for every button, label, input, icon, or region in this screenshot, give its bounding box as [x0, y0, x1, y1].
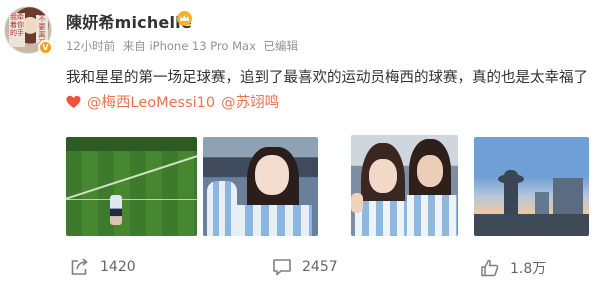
comment-count: 2457 [302, 259, 338, 275]
avatar-calligraphy-right: 不要离开 [36, 15, 48, 47]
crown-badge-icon[interactable] [176, 11, 193, 26]
weibo-post: 我牵着你的手 不要离开 V 陳妍希michelle 12小时前 来自 iPhon… [0, 0, 612, 297]
share-button[interactable]: 1420 [70, 258, 136, 276]
post-text: 我和星星的第一场足球赛，追到了最喜欢的运动员梅西的球赛，真的也是太幸福了 [66, 70, 588, 86]
comment-icon [273, 259, 291, 276]
avatar[interactable]: 我牵着你的手 不要离开 V [4, 6, 53, 55]
comment-button[interactable]: 2457 [272, 258, 338, 276]
mention-messi[interactable]: @梅西LeoMessi10 [87, 91, 215, 112]
post-time[interactable]: 12小时前 [66, 39, 115, 53]
action-bar: 1420 2457 1.8万 [0, 258, 612, 288]
like-count: 1.8万 [510, 261, 547, 277]
avatar-calligraphy-left: 我牵着你的手 [9, 13, 25, 47]
verified-badge-icon: V [38, 40, 53, 55]
photo-soccer-field[interactable] [66, 137, 197, 236]
post-meta: 12小时前 来自 iPhone 13 Pro Max 已编辑 [66, 38, 302, 54]
username-link[interactable]: 陳妍希michelle [66, 9, 192, 33]
heart-icon [66, 95, 81, 108]
photo-two-people-jerseys[interactable] [351, 135, 458, 236]
mention-row: @梅西LeoMessi10 @苏翊鸣 [66, 91, 285, 112]
share-icon [71, 258, 88, 275]
share-count: 1420 [100, 259, 136, 275]
photo-selfie-stadium[interactable] [203, 137, 318, 236]
thumbs-up-icon [481, 259, 499, 277]
mention-su-yiming[interactable]: @苏翊鸣 [221, 91, 279, 112]
like-button[interactable]: 1.8万 [480, 258, 546, 278]
edited-label[interactable]: 已编辑 [264, 39, 299, 53]
post-source: 来自 iPhone 13 Pro Max [122, 39, 256, 53]
photo-sunset-statue[interactable] [474, 137, 589, 236]
